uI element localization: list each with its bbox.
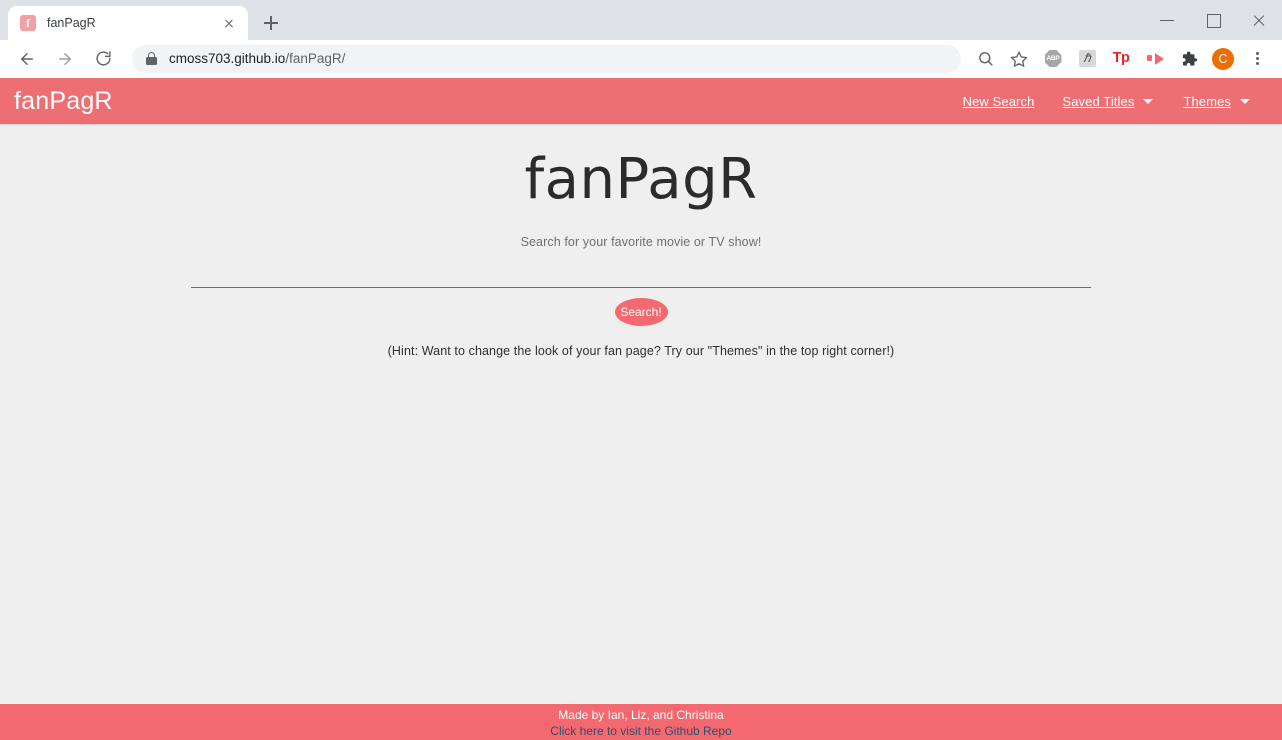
main-content: fanPagR Search for your favorite movie o…	[0, 124, 1282, 704]
close-icon[interactable]	[1236, 4, 1282, 36]
adblock-plus-label: ABP	[1044, 50, 1062, 67]
close-icon[interactable]	[220, 14, 238, 32]
chevron-down-icon[interactable]	[1240, 98, 1250, 104]
window-controls	[1144, 0, 1282, 40]
toolpages-label: Tp	[1112, 50, 1130, 67]
reload-icon[interactable]	[87, 43, 119, 75]
github-repo-link[interactable]: Click here to visit the Github Repo	[550, 723, 731, 739]
lock-icon	[146, 52, 157, 65]
honey-label: ℏ	[1078, 50, 1096, 67]
url-path: /fanPagR/	[285, 51, 346, 66]
search-input[interactable]	[191, 258, 1091, 288]
fanpagr-favicon: f	[20, 15, 36, 31]
search-form: Search!	[191, 258, 1091, 326]
adblock-plus-extension-icon[interactable]: ABP	[1038, 44, 1068, 74]
back-arrow-icon[interactable]	[11, 43, 43, 75]
site-footer: Made by Ian, Liz, and Christina Click he…	[0, 704, 1282, 740]
theme-hint-text: (Hint: Want to change the look of your f…	[387, 344, 895, 358]
video-downloader-extension-icon[interactable]	[1140, 44, 1170, 74]
maximize-icon[interactable]	[1190, 4, 1236, 36]
profile-initial: C	[1212, 47, 1234, 70]
nav-item-saved-titles[interactable]: Saved Titles	[1048, 94, 1169, 109]
toolbar-icons: ABP ℏ Tp C	[968, 44, 1274, 74]
profile-avatar[interactable]: C	[1208, 44, 1238, 74]
chrome-menu-kebab-icon[interactable]	[1242, 44, 1272, 74]
tab-title: fanPagR	[47, 16, 96, 30]
forward-arrow-icon[interactable]	[49, 43, 81, 75]
site-brand[interactable]: fanPagR	[14, 88, 113, 114]
plus-icon[interactable]	[257, 9, 285, 37]
browser-window: f fanPagR cmoss703.github.io/fanPagR/ AB…	[0, 0, 1282, 740]
tab-strip: f fanPagR	[0, 0, 1282, 40]
kebab-dots	[1248, 50, 1266, 68]
url-text: cmoss703.github.io/fanPagR/	[169, 51, 345, 66]
browser-tab[interactable]: f fanPagR	[8, 6, 248, 40]
nav-item-themes[interactable]: Themes	[1169, 94, 1266, 109]
page-subtitle: Search for your favorite movie or TV sho…	[520, 235, 762, 249]
url-host: cmoss703.github.io	[169, 51, 286, 66]
address-bar[interactable]: cmoss703.github.io/fanPagR/	[132, 44, 961, 73]
bookmark-star-icon[interactable]	[1004, 44, 1034, 74]
footer-credit: Made by Ian, Liz, and Christina	[558, 708, 724, 722]
extensions-puzzle-icon[interactable]	[1174, 44, 1204, 74]
page-viewport: fanPagR New Search Saved Titles Themes f…	[0, 78, 1282, 740]
browser-toolbar: cmoss703.github.io/fanPagR/ ABP ℏ Tp C	[0, 40, 1282, 78]
search-button[interactable]: Search!	[614, 298, 668, 326]
nav-item-new-search[interactable]: New Search	[949, 94, 1049, 109]
chevron-down-icon[interactable]	[1143, 98, 1154, 104]
site-navbar: fanPagR New Search Saved Titles Themes	[0, 78, 1282, 124]
nav-item-saved-titles-label[interactable]: Saved Titles	[1048, 94, 1143, 109]
honey-extension-icon[interactable]: ℏ	[1072, 44, 1102, 74]
site-nav-links: New Search Saved Titles Themes	[949, 94, 1266, 109]
zoom-search-icon[interactable]	[970, 44, 1000, 74]
toolpages-extension-icon[interactable]: Tp	[1106, 44, 1136, 74]
page-title: fanPagR	[524, 147, 758, 212]
nav-item-themes-label[interactable]: Themes	[1169, 94, 1240, 109]
play-arrow-icon	[1146, 51, 1164, 66]
minimize-icon[interactable]	[1144, 4, 1190, 36]
